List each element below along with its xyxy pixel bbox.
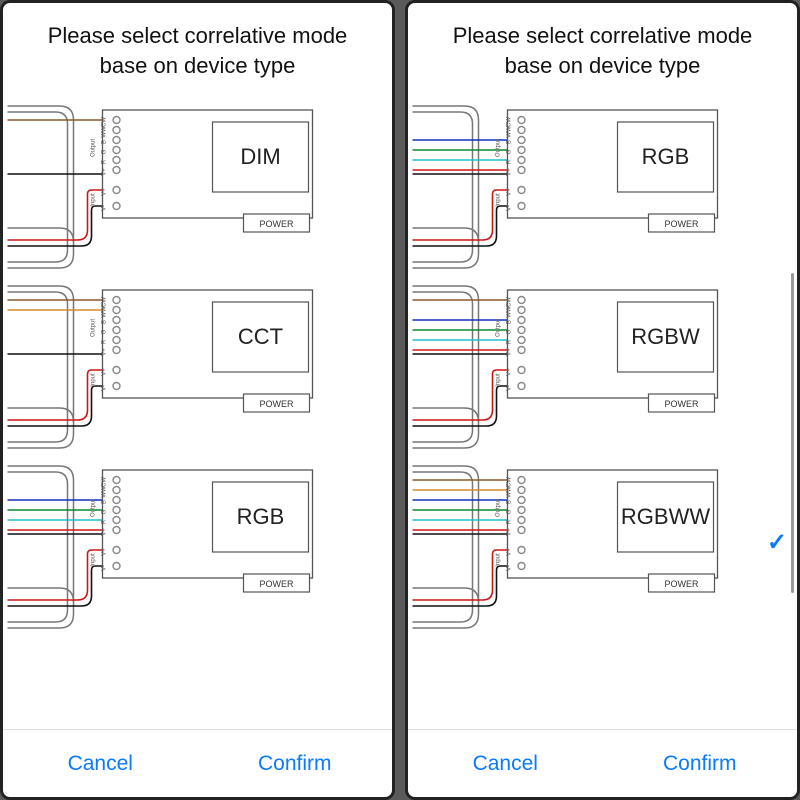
mode-option-cct[interactable]: CCT CWWW B GR V+ V+ V- Output Input POWER — [3, 274, 392, 450]
svg-text:R: R — [507, 160, 513, 165]
svg-text:R: R — [102, 160, 108, 165]
svg-text:R: R — [102, 340, 108, 345]
svg-text:B: B — [507, 320, 513, 324]
wiring-diagram-icon: RGBW CWWW B GR V+ V+ V- Output Input POWER — [408, 274, 757, 450]
svg-text:WW: WW — [102, 486, 108, 498]
svg-text:CW: CW — [102, 117, 108, 127]
wiring-diagram-icon: RGBWW CWWW B GR V+ V+ V- Output Input POWER — [408, 454, 757, 630]
svg-text:Input: Input — [496, 193, 502, 207]
svg-text:B: B — [507, 140, 513, 144]
svg-text:V+: V+ — [102, 168, 108, 176]
svg-text:G: G — [102, 330, 108, 335]
svg-text:Output: Output — [496, 319, 502, 337]
wiring-diagram-icon: DIM CWWW B GR V+ V+ V- Output Input POWER — [3, 94, 352, 270]
svg-text:WW: WW — [102, 306, 108, 318]
mode-option-list[interactable]: DIM CWWWBGRV+V+V- Output Input POWER CCT… — [3, 94, 392, 729]
svg-text:V+: V+ — [102, 188, 108, 196]
mode-option-rgbww[interactable]: RGBWW CWWWBGRV+V+V- Output Input POWER ✓ — [408, 454, 797, 630]
wiring-diagram-icon: RGB CWWW B GR V+ V+ V- Output Input POWER — [3, 454, 352, 630]
svg-text:CCT: CCT — [238, 324, 283, 349]
wiring-diagram-icon: RGB CWWW B GR V+ V+ V- Output Input POWER — [408, 94, 757, 270]
dialog-title: Please select correlative mode base on d… — [3, 3, 392, 94]
svg-text:Input: Input — [496, 373, 502, 387]
svg-text:B: B — [102, 320, 108, 324]
panel-content: Please select correlative mode base on d… — [3, 3, 392, 797]
svg-text:POWER: POWER — [259, 219, 294, 229]
svg-text:WW: WW — [507, 126, 513, 138]
svg-text:RGBWW: RGBWW — [621, 504, 710, 529]
wiring-diagram-icon: CCT CWWW B GR V+ V+ V- Output Input POWER — [3, 274, 352, 450]
svg-text:R: R — [507, 520, 513, 525]
svg-text:V+: V+ — [507, 528, 513, 536]
panel-content: Please select correlative mode base on d… — [408, 3, 797, 797]
svg-text:Input: Input — [91, 193, 97, 207]
svg-text:POWER: POWER — [259, 579, 294, 589]
svg-text:RGBW: RGBW — [631, 324, 700, 349]
svg-text:CW: CW — [507, 297, 513, 307]
svg-text:Output: Output — [496, 139, 502, 157]
svg-text:CW: CW — [102, 297, 108, 307]
svg-text:V+: V+ — [507, 348, 513, 356]
svg-text:V+: V+ — [507, 188, 513, 196]
mode-option-rgb[interactable]: RGB CWWW B GR V+ V+ V- Output Input POWER — [3, 454, 392, 630]
svg-text:WW: WW — [507, 306, 513, 318]
svg-text:V-: V- — [102, 386, 108, 392]
svg-text:RGB: RGB — [237, 504, 285, 529]
svg-text:POWER: POWER — [664, 399, 699, 409]
svg-text:Output: Output — [496, 499, 502, 517]
svg-text:V+: V+ — [102, 348, 108, 356]
svg-text:B: B — [102, 140, 108, 144]
svg-text:POWER: POWER — [664, 219, 699, 229]
svg-text:CW: CW — [507, 477, 513, 487]
svg-text:RGB: RGB — [642, 144, 690, 169]
confirm-button[interactable]: Confirm — [603, 730, 798, 797]
phone-panel-right: Please select correlative mode base on d… — [405, 0, 800, 800]
svg-text:G: G — [507, 510, 513, 515]
svg-text:G: G — [507, 150, 513, 155]
svg-text:WW: WW — [507, 486, 513, 498]
scrollbar[interactable] — [791, 273, 794, 593]
svg-text:POWER: POWER — [664, 579, 699, 589]
svg-text:Output: Output — [91, 499, 97, 517]
mode-option-dim[interactable]: DIM CWWW B GR V+ V+ V- Output Input POWER — [3, 94, 392, 270]
svg-text:V-: V- — [507, 386, 513, 392]
svg-text:V+: V+ — [102, 548, 108, 556]
confirm-button[interactable]: Confirm — [198, 730, 393, 797]
svg-text:CW: CW — [102, 477, 108, 487]
svg-text:DIM: DIM — [240, 144, 280, 169]
mode-option-rgbw[interactable]: RGBW CWWW B GR V+ V+ V- Output Input POWER — [408, 274, 797, 450]
svg-text:V+: V+ — [102, 368, 108, 376]
svg-text:V-: V- — [507, 206, 513, 212]
cancel-button[interactable]: Cancel — [3, 730, 198, 797]
svg-text:V-: V- — [102, 206, 108, 212]
mode-option-rgb[interactable]: RGB CWWW B GR V+ V+ V- Output Input POWER — [408, 94, 797, 270]
svg-text:R: R — [102, 520, 108, 525]
cancel-button[interactable]: Cancel — [408, 730, 603, 797]
svg-text:V+: V+ — [507, 368, 513, 376]
svg-text:Output: Output — [91, 319, 97, 337]
svg-text:B: B — [102, 500, 108, 504]
svg-text:POWER: POWER — [259, 399, 294, 409]
svg-text:R: R — [507, 340, 513, 345]
svg-text:V-: V- — [102, 566, 108, 572]
svg-text:V-: V- — [507, 566, 513, 572]
dialog-title: Please select correlative mode base on d… — [408, 3, 797, 94]
phone-panel-left: Please select correlative mode base on d… — [0, 0, 395, 800]
svg-text:G: G — [102, 150, 108, 155]
svg-text:WW: WW — [102, 126, 108, 138]
svg-text:G: G — [507, 330, 513, 335]
dialog-buttons: Cancel Confirm — [408, 729, 797, 797]
svg-text:Input: Input — [91, 553, 97, 567]
dialog-buttons: Cancel Confirm — [3, 729, 392, 797]
svg-text:Input: Input — [496, 553, 502, 567]
mode-option-list[interactable]: RGB CWWWBGRV+V+V- Output Input POWER RGB… — [408, 94, 797, 729]
svg-text:Output: Output — [91, 139, 97, 157]
svg-text:B: B — [507, 500, 513, 504]
svg-text:G: G — [102, 510, 108, 515]
svg-text:V+: V+ — [507, 548, 513, 556]
svg-text:V+: V+ — [507, 168, 513, 176]
svg-text:V+: V+ — [102, 528, 108, 536]
svg-text:Input: Input — [91, 373, 97, 387]
svg-text:CW: CW — [507, 117, 513, 127]
